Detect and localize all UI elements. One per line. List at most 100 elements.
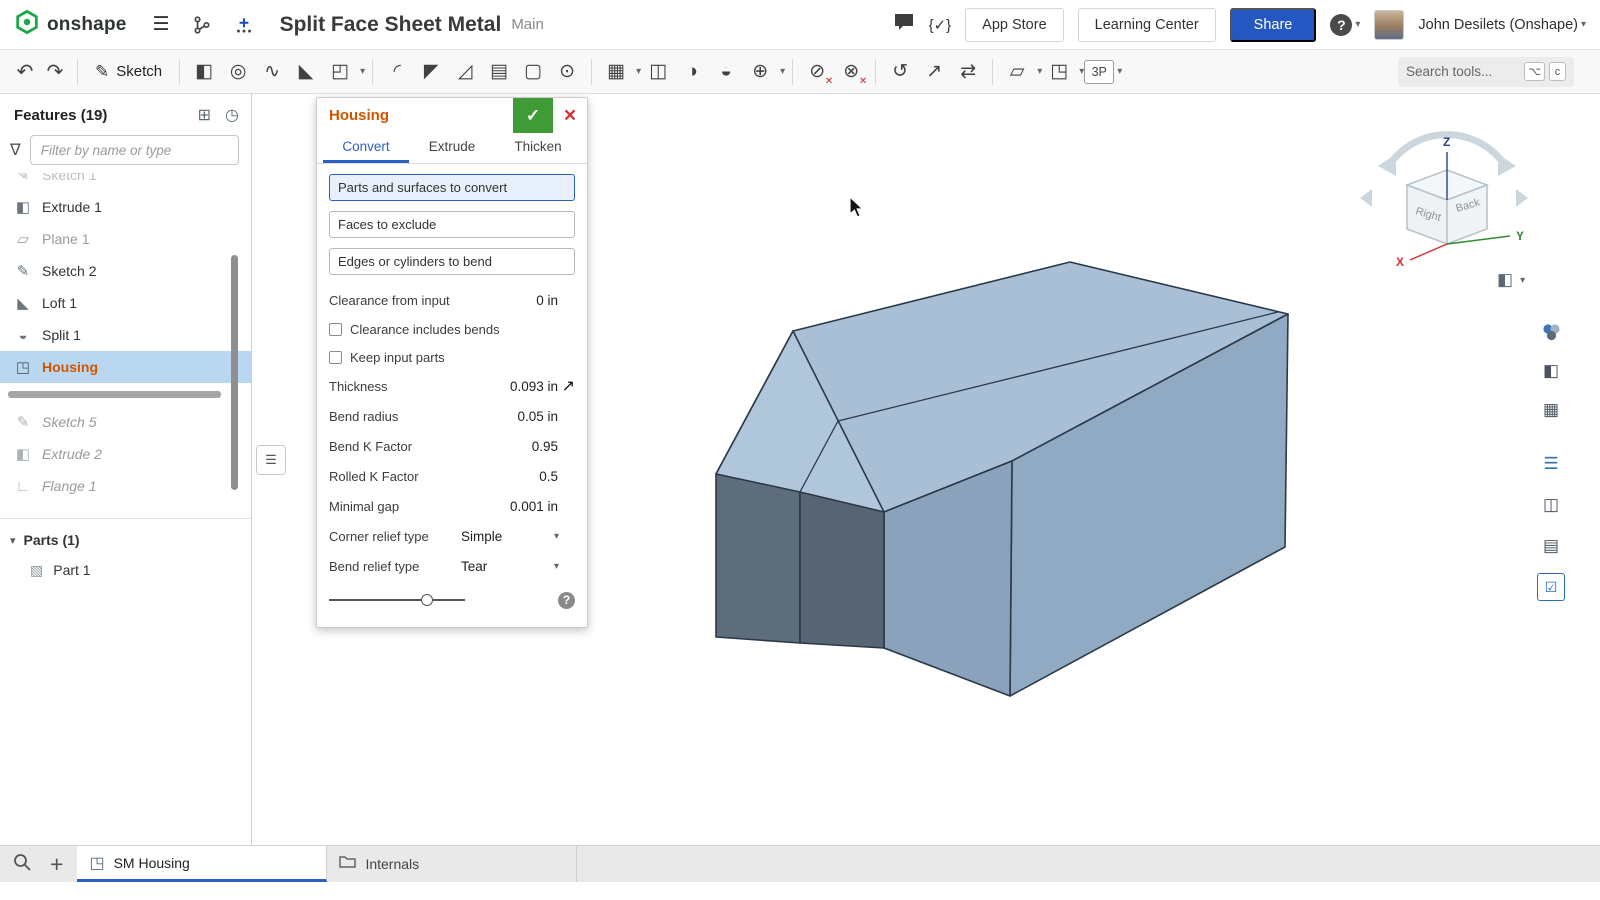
corner-relief-dropdown[interactable]: Simple ▾ [461,529,559,544]
cancel-button[interactable]: × [553,98,587,133]
rolled-k-factor-input[interactable]: 0.5 [539,469,558,484]
rib-icon[interactable]: ▤ [482,56,516,88]
regeneration-time-icon[interactable]: ◷ [225,105,239,125]
sketch-button[interactable]: ✎ Sketch [85,56,172,88]
bend-k-factor-input[interactable]: 0.95 [532,439,558,454]
loft-icon[interactable]: ◣ [289,56,323,88]
feature-item-extrude1[interactable]: ◧ Extrude 1 [0,191,251,223]
linear-pattern-icon[interactable]: ▦ [599,56,633,88]
delete-face-icon[interactable]: ⊗✕ [834,56,868,88]
hole-icon[interactable]: ⊙ [550,56,584,88]
plane-icon[interactable]: ▱ [1000,56,1034,88]
undo-button[interactable]: ↶ [10,56,40,88]
comments-icon[interactable] [893,12,915,37]
new-folder-icon[interactable]: ⊞ [198,105,211,125]
chamfer-icon[interactable]: ◤ [414,56,448,88]
feature-item-extrude2[interactable]: ◧ Extrude 2 [0,438,251,470]
help-menu[interactable]: ? ▾ [1330,14,1360,36]
feature-item-split1[interactable]: ◒ Split 1 [0,319,251,351]
main-menu-icon[interactable]: ☰ [153,13,170,36]
rotate-left-arrow[interactable] [1378,154,1396,176]
flip-direction-icon[interactable]: ↗ [562,376,575,396]
sheet-metal-icon[interactable]: ◳ [1042,56,1076,88]
chevron-down-icon[interactable]: ▾ [360,66,365,77]
chevron-down-icon[interactable]: ▾ [780,66,785,77]
help-icon[interactable]: ? [1330,14,1352,36]
clearance-input[interactable]: 0 in [536,293,558,308]
thicken-menu[interactable]: ◰ ▾ [323,56,365,88]
draft-icon[interactable]: ◿ [448,56,482,88]
display-states-icon[interactable]: ▦ [1537,396,1565,424]
rotate-right-arrow[interactable] [1498,154,1516,176]
delete-part-icon[interactable]: ⊘✕ [800,56,834,88]
keep-input-parts-checkbox[interactable]: Keep input parts [329,343,575,371]
appearance-panel-icon[interactable] [1537,318,1565,346]
learning-center-button[interactable]: Learning Center [1078,8,1216,42]
search-tools[interactable]: ⌥ c [1398,57,1574,87]
feature-item-flange1[interactable]: ∟ Flange 1 [0,470,251,502]
pan-right-arrow[interactable] [1516,189,1528,207]
app-store-button[interactable]: App Store [965,8,1064,42]
thicken-icon[interactable]: ◰ [323,56,357,88]
custom-tables-icon[interactable]: ▤ [1537,532,1565,560]
model-end-face-right[interactable] [800,492,884,648]
feature-item-sketch2[interactable]: ✎ Sketch 2 [0,255,251,287]
bend-radius-input[interactable]: 0.05 in [517,409,558,424]
minimal-gap-input[interactable]: 0.001 in [510,499,558,514]
fillet-icon[interactable]: ◜ [380,56,414,88]
configuration-panel-icon[interactable]: ◫ [1537,491,1565,519]
avatar[interactable] [1374,10,1404,40]
tab-convert[interactable]: Convert [323,133,409,163]
tab-thicken[interactable]: Thicken [495,133,581,163]
named-views-badge[interactable]: 3P [1084,60,1114,84]
versions-icon[interactable] [192,15,212,35]
feature-item-sketch1[interactable]: ✎ Sketch 1 [0,173,251,191]
feature-list-flyout-button[interactable]: ☰ [256,445,286,475]
boolean-icon[interactable]: ◑ [675,56,709,88]
split-icon[interactable]: ◒ [709,56,743,88]
insert-version-icon[interactable] [234,15,254,35]
user-menu[interactable]: John Desilets (Onshape) ▾ [1418,17,1586,33]
parts-section-header[interactable]: ▾ Parts (1) [0,525,251,555]
clearance-includes-bends-checkbox[interactable]: Clearance includes bends [329,315,575,343]
shell-icon[interactable]: ▢ [516,56,550,88]
feature-item-loft1[interactable]: ◣ Loft 1 [0,287,251,319]
tab-internals[interactable]: Internals [327,846,577,882]
faces-to-exclude-selector[interactable]: Faces to exclude [329,211,575,238]
model-end-face-left[interactable] [716,474,800,643]
add-tab-button[interactable]: + [50,853,63,876]
share-button[interactable]: Share [1230,8,1317,42]
transform-menu[interactable]: ⊕ ▾ [743,56,785,88]
parts-view-icon[interactable]: ◧ [1537,357,1565,385]
mirror-icon[interactable]: ◫ [641,56,675,88]
tab-search-icon[interactable] [12,852,32,877]
featurescript-icon[interactable]: {✓} [929,16,952,34]
tables-panel-icon[interactable]: ☑ [1537,573,1565,601]
pan-left-arrow[interactable] [1360,189,1372,207]
transform-icon[interactable]: ⊕ [743,56,777,88]
filter-icon[interactable]: ∇ [10,140,21,160]
edges-to-bend-selector[interactable]: Edges or cylinders to bend [329,248,575,275]
checkbox-icon[interactable] [329,323,342,336]
bend-relief-dropdown[interactable]: Tear ▾ [461,559,559,574]
feature-item-plane1[interactable]: ▱ Plane 1 [0,223,251,255]
feature-filter-input[interactable] [30,135,239,165]
tab-sm-housing[interactable]: ◳ SM Housing [77,846,327,882]
chevron-down-icon[interactable]: ▾ [1117,66,1122,77]
named-views-menu[interactable]: 3P ▾ [1084,60,1122,84]
rollback-bar[interactable] [8,391,221,398]
view-cube[interactable]: Right Back Z X Y [1352,112,1532,272]
view-options-button[interactable]: ◧ ▾ [1497,270,1525,290]
dialog-help-icon[interactable]: ? [558,592,575,609]
tab-extrude[interactable]: Extrude [409,133,495,163]
rollback-slider[interactable] [329,593,465,607]
plane-menu[interactable]: ▱ ▾ [1000,56,1042,88]
move-face-icon[interactable]: ↗ [917,56,951,88]
slider-knob[interactable] [421,594,433,606]
chevron-down-icon[interactable]: ▾ [10,534,16,547]
parts-to-convert-selector[interactable]: Parts and surfaces to convert [329,174,575,201]
modify-fillet-icon[interactable]: ↺ [883,56,917,88]
feature-item-housing[interactable]: ◳ Housing [0,351,251,383]
extrude-icon[interactable]: ◧ [187,56,221,88]
thickness-input[interactable]: 0.093 in [510,379,558,394]
